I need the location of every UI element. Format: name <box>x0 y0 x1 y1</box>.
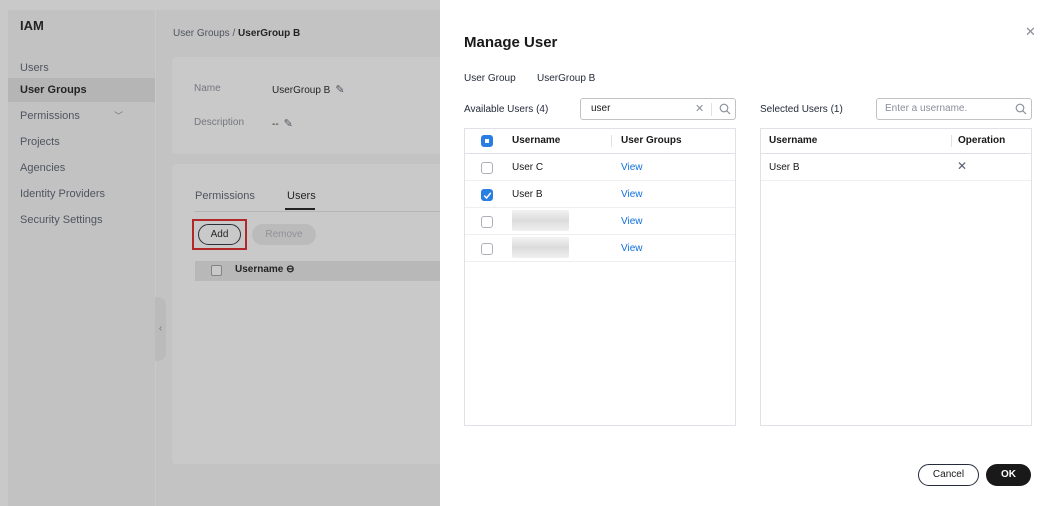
column-separator <box>611 135 612 147</box>
search-value: user <box>591 103 611 114</box>
view-groups-link[interactable]: View <box>621 162 643 173</box>
close-icon[interactable]: ✕ <box>1025 24 1036 40</box>
column-header-username: Username <box>769 135 818 146</box>
redacted-username <box>512 237 569 258</box>
view-groups-link[interactable]: View <box>621 243 643 254</box>
selected-search-input[interactable]: Enter a username. <box>876 98 1032 120</box>
available-users-table: Username User Groups User C View User B … <box>464 128 736 426</box>
ok-button[interactable]: OK <box>986 464 1031 486</box>
username-cell: User B <box>769 162 800 173</box>
table-header: Username Operation <box>761 129 1031 154</box>
check-icon <box>483 192 492 200</box>
table-row[interactable]: User C View <box>465 154 735 181</box>
clear-icon[interactable]: ✕ <box>695 102 704 115</box>
remove-icon[interactable]: ✕ <box>957 159 967 173</box>
user-group-value: UserGroup B <box>537 73 596 84</box>
column-separator <box>951 135 952 147</box>
username-cell: User B <box>512 189 543 200</box>
table-header: Username User Groups <box>465 129 735 154</box>
table-row[interactable]: View <box>465 208 735 235</box>
search-icon[interactable] <box>719 103 731 115</box>
row-checkbox[interactable] <box>481 216 493 228</box>
table-row[interactable]: User B View <box>465 181 735 208</box>
user-group-label: User Group <box>464 73 516 84</box>
row-checkbox[interactable] <box>481 189 493 201</box>
column-header-operation: Operation <box>958 135 1006 146</box>
search-divider <box>711 103 712 116</box>
modal-overlay[interactable] <box>0 0 440 506</box>
username-cell: User C <box>512 162 544 173</box>
selected-users-table: Username Operation User B ✕ <box>760 128 1032 426</box>
redacted-username <box>512 210 569 231</box>
view-groups-link[interactable]: View <box>621 216 643 227</box>
table-row[interactable]: View <box>465 235 735 262</box>
column-header-user-groups: User Groups <box>621 135 682 146</box>
select-all-checkbox[interactable] <box>481 135 493 147</box>
row-checkbox[interactable] <box>481 243 493 255</box>
table-row: User B ✕ <box>761 154 1031 181</box>
row-checkbox[interactable] <box>481 162 493 174</box>
dialog-title: Manage User <box>464 34 558 51</box>
search-icon[interactable] <box>1015 103 1027 115</box>
available-search-input[interactable]: user ✕ <box>580 98 736 120</box>
selected-users-label: Selected Users (1) <box>760 104 843 115</box>
cancel-button[interactable]: Cancel <box>918 464 979 486</box>
available-users-label: Available Users (4) <box>464 104 549 115</box>
view-groups-link[interactable]: View <box>621 189 643 200</box>
column-header-username: Username <box>512 135 561 146</box>
search-placeholder: Enter a username. <box>885 103 968 114</box>
